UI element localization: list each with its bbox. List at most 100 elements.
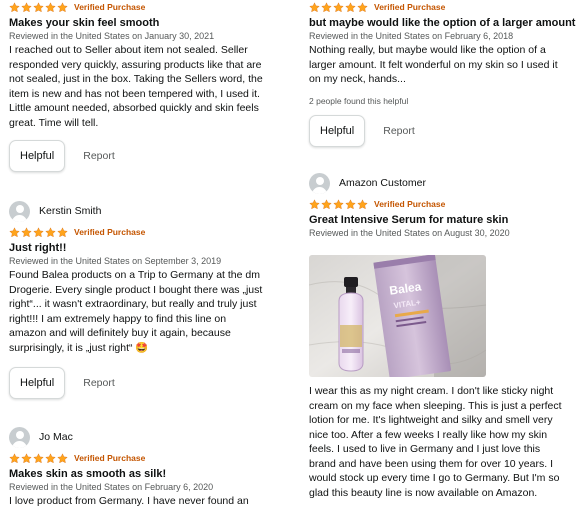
star-icon: [45, 226, 56, 238]
review-date: Reviewed in the United States on Februar…: [309, 31, 514, 41]
verified-purchase-badge: Verified Purchase: [374, 2, 446, 12]
review-photo[interactable]: Balea VITAL+: [309, 255, 486, 377]
review-body-line: on my neck, hands...: [309, 73, 406, 85]
star-rating[interactable]: [309, 1, 368, 13]
review-intensive-serum: Amazon Customer Verified Purchase Great …: [309, 172, 577, 499]
review-body-line: nice too. After a few weeks I really lik…: [309, 428, 548, 441]
star-icon: [45, 452, 56, 464]
reviewer-profile[interactable]: Amazon Customer: [309, 172, 577, 194]
review-actions: Helpful Report: [309, 114, 577, 147]
star-icon: [333, 198, 344, 210]
verified-purchase-badge: Verified Purchase: [374, 199, 446, 209]
helpful-button[interactable]: Helpful: [309, 114, 366, 147]
star-icon: [309, 198, 320, 210]
avatar: [9, 200, 30, 222]
review-just-right: Kerstin Smith Verified Purchase Just rig…: [9, 200, 291, 399]
star-icon: [333, 1, 344, 13]
report-link[interactable]: Report: [383, 125, 415, 137]
review-body-line: Nothing really, but maybe would like the…: [309, 44, 546, 56]
review-body-line: brand and have been using them for over …: [309, 457, 553, 470]
rating-row: Verified Purchase: [309, 197, 577, 211]
review-body-line: cream on my face when sleeping. This is …: [309, 399, 562, 412]
review-body-line: surprisingly, it is „just right“ 🤩: [9, 341, 149, 354]
star-icon: [33, 226, 44, 238]
review-body-line: item is new and has not been tempered wi…: [9, 87, 260, 100]
rating-row: Verified Purchase: [9, 225, 291, 239]
review-title[interactable]: Makes your skin feel smooth: [9, 16, 291, 30]
review-body-line: lotion for me. It's lightweight and silk…: [309, 414, 553, 426]
helpful-count: 2 people found this helpful: [309, 95, 409, 106]
star-icon: [33, 452, 44, 464]
review-date: Reviewed in the United States on January…: [9, 31, 215, 41]
review-body-line: feels. I used to live in Germany and I j…: [309, 443, 541, 455]
star-icon: [9, 226, 20, 238]
reviewer-name: Kerstin Smith: [39, 205, 102, 217]
rating-row: Verified Purchase: [9, 0, 291, 14]
star-icon: [21, 452, 32, 464]
report-link[interactable]: Report: [83, 377, 115, 389]
review-smooth-as-silk: Jo Mac Verified Purchase Makes skin as s…: [9, 426, 291, 509]
reviewer-name: Jo Mac: [39, 431, 73, 443]
review-title[interactable]: Just right!!: [9, 241, 291, 255]
review-body-line: great. Time will tell.: [9, 116, 99, 129]
reviewer-profile[interactable]: Kerstin Smith: [9, 200, 291, 222]
verified-purchase-badge: Verified Purchase: [74, 2, 146, 12]
review-title[interactable]: Great Intensive Serum for mature skin: [309, 213, 577, 227]
review-body-line: larger amount. It felt wonderful on my s…: [309, 58, 558, 71]
star-icon: [57, 452, 68, 464]
review-date: Reviewed in the United States on August …: [309, 228, 510, 238]
helpful-button[interactable]: Helpful: [9, 367, 66, 399]
star-icon: [21, 1, 32, 13]
star-icon: [33, 1, 44, 13]
verified-purchase-badge: Verified Purchase: [74, 227, 146, 237]
star-icon: [57, 1, 68, 13]
review-actions: Helpful Report: [9, 367, 291, 399]
review-body-line: would stock up every time I go to German…: [309, 472, 560, 484]
review-actions: Helpful Report: [9, 140, 291, 172]
star-icon: [21, 226, 32, 238]
rating-row: Verified Purchase: [309, 0, 577, 14]
review-body: I wear this as my night cream. I don't l…: [309, 384, 577, 500]
rating-row: Verified Purchase: [9, 451, 291, 465]
star-rating[interactable]: [9, 226, 68, 238]
verified-purchase-badge: Verified Purchase: [74, 453, 146, 463]
review-body-line: Drogerie. Every single product I bought …: [9, 283, 263, 296]
avatar: [309, 172, 330, 194]
review-title[interactable]: Makes skin as smooth as silk!: [9, 467, 291, 481]
review-body-line: I reached out to Seller about item not s…: [9, 44, 248, 56]
review-date: Reviewed in the United States on Septemb…: [9, 256, 222, 266]
star-icon: [345, 1, 356, 13]
star-icon: [57, 226, 68, 238]
review-body: Found Balea products on a Trip to German…: [9, 268, 291, 355]
review-body-line: right“... it wasn't extraordinary, but r…: [9, 298, 257, 310]
star-icon: [45, 1, 56, 13]
star-icon: [309, 1, 320, 13]
star-rating[interactable]: [309, 198, 368, 210]
star-rating[interactable]: [9, 452, 68, 464]
star-icon: [321, 198, 332, 210]
review-body-line: responded very quickly, assuring product…: [9, 58, 262, 71]
star-icon: [357, 198, 368, 210]
star-rating[interactable]: [9, 1, 68, 13]
review-body-line: I wear this as my night cream. I don't l…: [309, 385, 554, 397]
review-body-line: glad this beauty line is now available o…: [309, 486, 538, 499]
report-link[interactable]: Report: [83, 150, 115, 162]
review-body: I love product from Germany. I have neve…: [9, 494, 291, 509]
reviewer-profile[interactable]: Jo Mac: [9, 426, 291, 448]
star-icon: [357, 1, 368, 13]
review-title[interactable]: but maybe would like the option of a lar…: [309, 16, 577, 30]
reviewer-name: Amazon Customer: [339, 177, 426, 189]
star-icon: [345, 198, 356, 210]
review-body: Nothing really, but maybe would like the…: [309, 43, 577, 87]
star-icon: [9, 1, 20, 13]
review-body-line: right!!! I am extremely happy to find th…: [9, 312, 227, 325]
review-body-line: I love product from Germany. I have neve…: [9, 495, 249, 507]
review-body-line: Found Balea products on a Trip to German…: [9, 269, 260, 281]
review-larger-amount: Verified Purchase but maybe would like t…: [309, 0, 577, 147]
review-body-line: not sealed, just in the box. Taking the …: [9, 73, 263, 85]
review-body-line: Little amount needed, absorbed quickly a…: [9, 102, 259, 114]
helpful-button[interactable]: Helpful: [9, 140, 66, 172]
star-icon: [321, 1, 332, 13]
review-date: Reviewed in the United States on Februar…: [9, 482, 214, 492]
review-body: I reached out to Seller about item not s…: [9, 43, 291, 130]
